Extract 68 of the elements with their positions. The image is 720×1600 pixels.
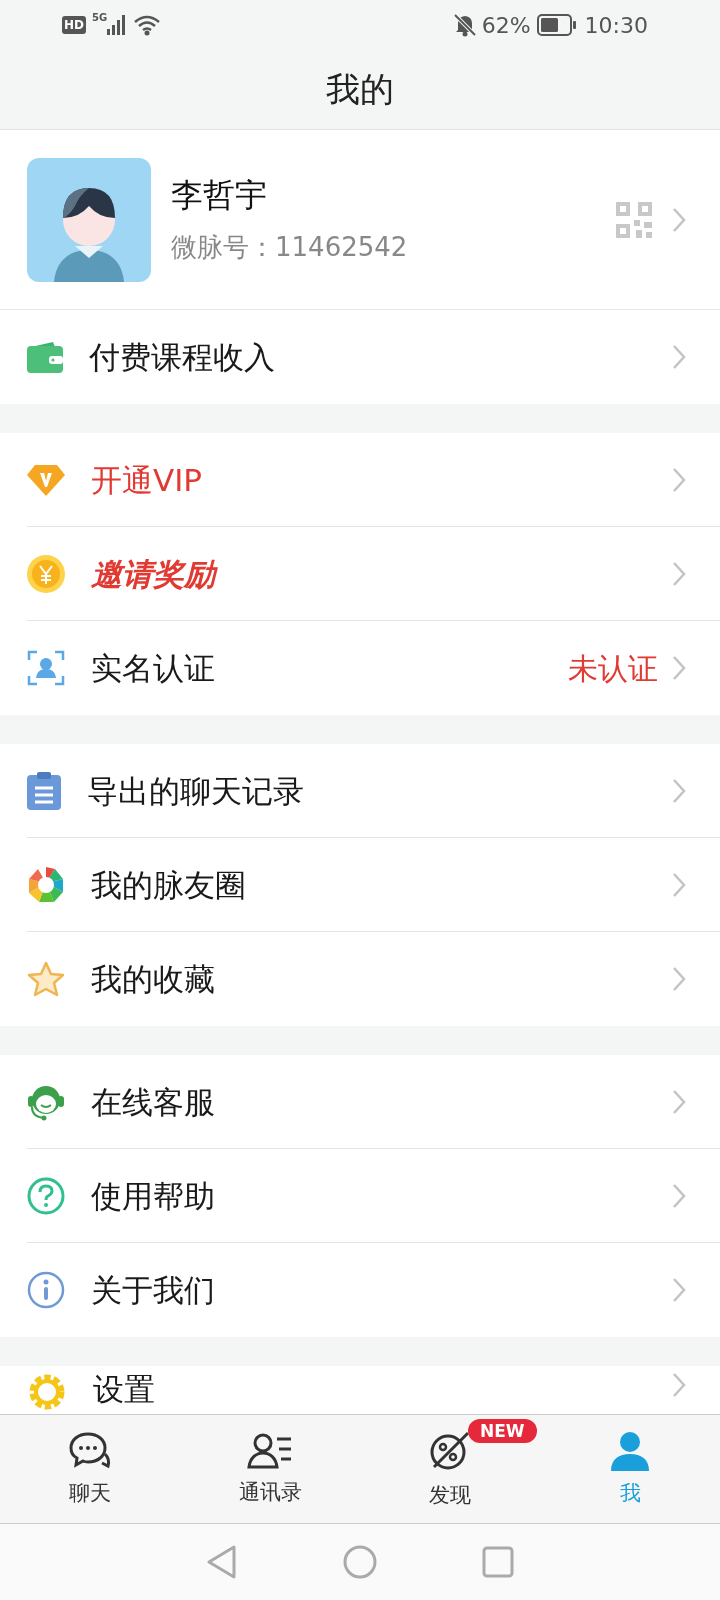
wallet-icon (27, 341, 63, 373)
menu-label: 在线客服 (91, 1084, 216, 1120)
menu-item[interactable]: 在线客服 (0, 1055, 720, 1149)
battery-percent: 62% (481, 12, 531, 38)
chat-bubble-icon (68, 1431, 112, 1471)
menu-item[interactable]: 实名认证 未认证 (0, 621, 720, 715)
aperture-icon (27, 866, 65, 904)
menu-label: 付费课程收入 (89, 339, 276, 375)
chevron-right-icon (672, 1183, 686, 1209)
coin-icon (27, 555, 65, 593)
gear-icon (27, 1372, 67, 1412)
clipboard-icon (27, 772, 61, 810)
bell-muted-icon (453, 13, 476, 37)
clock-time: 10:30 (584, 12, 648, 38)
tab-item[interactable]: NEW 发现 (360, 1415, 540, 1523)
signal-icon (107, 15, 128, 35)
menu-item[interactable]: 我的收藏 (0, 932, 720, 1026)
user-name: 李哲宇 (171, 175, 268, 216)
chevron-right-icon (672, 872, 686, 898)
menu-item[interactable]: 我的脉友圈 (0, 838, 720, 932)
chevron-right-icon (672, 561, 686, 587)
chevron-right-icon (672, 778, 686, 804)
back-icon[interactable] (206, 1545, 238, 1579)
wifi-icon (133, 14, 162, 36)
profile-card[interactable]: 李哲宇 微脉号：11462542 (0, 130, 720, 310)
network-type: 5G (92, 12, 108, 23)
star-icon (27, 961, 65, 997)
menu-label: 设置 (93, 1372, 156, 1407)
tab-item[interactable]: 通讯录 (180, 1415, 360, 1523)
menu-item[interactable]: 使用帮助 (0, 1149, 720, 1243)
recents-icon[interactable] (482, 1546, 514, 1578)
face-scan-icon (27, 649, 65, 687)
menu-item[interactable]: 导出的聊天记录 (0, 744, 720, 838)
help-icon (27, 1177, 65, 1215)
chevron-right-icon (672, 1089, 686, 1115)
menu-label: 导出的聊天记录 (87, 773, 305, 809)
info-icon (27, 1271, 65, 1309)
menu-item[interactable]: 邀请奖励 (0, 527, 720, 621)
person-icon (609, 1431, 651, 1471)
menu-item[interactable]: 开通VIP (0, 433, 720, 527)
contacts-icon (247, 1432, 293, 1470)
home-icon[interactable] (343, 1545, 377, 1579)
tab-item[interactable]: 聊天 (0, 1415, 180, 1523)
chevron-right-icon (672, 344, 686, 370)
menu-label: 我的收藏 (91, 961, 216, 997)
menu-label: 我的脉友圈 (91, 867, 247, 903)
avatar-icon (27, 157, 151, 282)
battery-icon (536, 14, 577, 36)
new-badge: NEW (468, 1419, 537, 1443)
menu-item[interactable]: 关于我们 (0, 1243, 720, 1337)
qr-code-icon (616, 201, 652, 238)
menu-label: 邀请奖励 (91, 556, 672, 592)
hd-badge: HD (62, 16, 86, 34)
chevron-right-icon (672, 966, 686, 992)
menu-label: 实名认证 (91, 650, 216, 686)
diamond-icon (27, 464, 65, 496)
chevron-right-icon (672, 467, 686, 493)
page-title: 我的 (326, 67, 394, 111)
chevron-right-icon (672, 655, 686, 681)
menu-label: 开通VIP (91, 462, 204, 498)
chevron-right-icon (672, 206, 686, 233)
status-value: 未认证 (568, 651, 658, 685)
chevron-right-icon (672, 1372, 686, 1398)
menu-label: 关于我们 (91, 1272, 216, 1308)
chevron-right-icon (672, 1277, 686, 1303)
menu-item[interactable]: 付费课程收入 (0, 310, 720, 404)
menu-label: 使用帮助 (91, 1178, 216, 1214)
user-id: 微脉号：11462542 (171, 231, 409, 264)
